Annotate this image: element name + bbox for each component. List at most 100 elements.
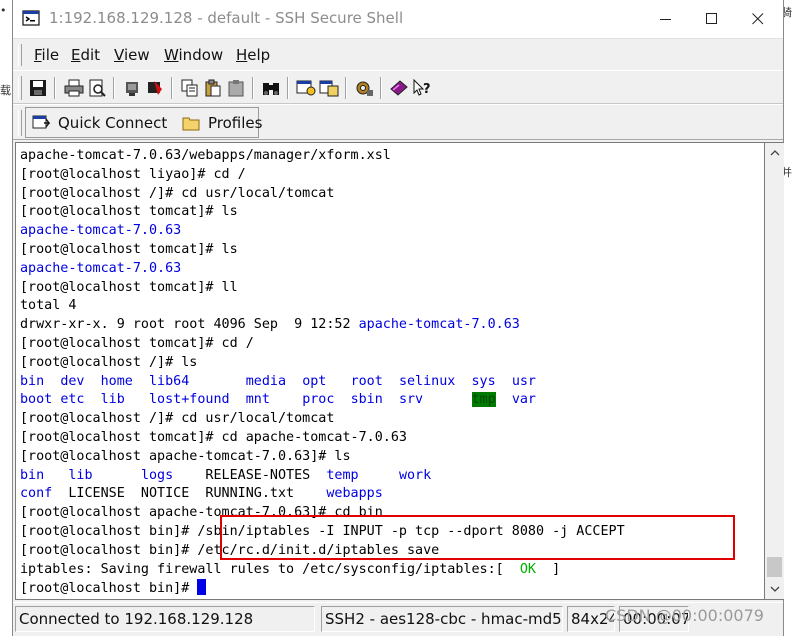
directory-name: home — [100, 373, 133, 389]
terminal-text: [root@localhost /]# cd usr/local/tomcat — [20, 411, 335, 427]
new-terminal-button[interactable] — [295, 77, 317, 99]
context-help-icon: ? — [413, 79, 431, 97]
terminal-line: conf LICENSE NOTICE RUNNING.txt webapps — [20, 485, 625, 504]
profiles-button[interactable]: Profiles — [182, 112, 262, 134]
scrollbar-thumb[interactable] — [767, 557, 782, 577]
menu-view[interactable]: View — [114, 46, 150, 64]
maximize-icon — [706, 13, 717, 24]
directory-name: sys — [471, 373, 496, 389]
binoculars-icon — [263, 83, 279, 95]
quick-connect-label: Quick Connect — [58, 114, 168, 132]
disconnect-button[interactable] — [121, 77, 143, 99]
terminal-text: [root@localhost bin]# /etc/rc.d/init.d/i… — [20, 542, 440, 558]
terminal-line: [root@localhost /]# cd usr/local/tomcat — [20, 185, 625, 204]
close-button[interactable] — [735, 0, 781, 38]
print-button[interactable] — [63, 77, 85, 99]
directory-name: root — [350, 373, 383, 389]
background-glyph: • — [0, 4, 7, 17]
menu-window[interactable]: Window — [164, 46, 223, 64]
menu-grip[interactable] — [18, 44, 22, 66]
terminal-line: bin dev home lib64 media opt root selinu… — [20, 373, 625, 392]
terminal-line: [root@localhost apache-tomcat-7.0.63]# l… — [20, 448, 625, 467]
terminal-text: [root@localhost /]# cd usr/local/tomcat — [20, 185, 335, 201]
background-left-edge: • 载 — [0, 0, 12, 636]
directory-name: boot — [20, 392, 53, 408]
profiles-label: Profiles — [208, 114, 263, 132]
background-glyph: 载 — [0, 84, 11, 97]
paste-button[interactable] — [202, 77, 224, 99]
directory-name: lib64 — [149, 373, 190, 389]
terminal-text: iptables: Saving firewall rules to /etc/… — [20, 561, 520, 577]
terminal-text: [root@localhost liyao]# cd / — [20, 166, 246, 182]
find-button[interactable] — [225, 77, 247, 99]
quick-connect-bar: Quick Connect Profiles — [13, 104, 783, 140]
directory-name: bin — [20, 373, 45, 389]
terminal-line: [root@localhost tomcat]# ll — [20, 279, 625, 298]
directory-name: bin — [20, 467, 45, 483]
terminal-text: [root@localhost bin]# /sbin/iptables -I … — [20, 523, 625, 539]
terminal-line: [root@localhost /]# ls — [20, 354, 625, 373]
print-preview-button[interactable] — [86, 77, 108, 99]
ssh-app-icon — [22, 10, 40, 26]
terminal-line: boot etc lib lost+found mnt proc sbin sr… — [20, 391, 625, 410]
quick-connect-button[interactable]: Quick Connect — [32, 112, 167, 134]
terminal-text: [root@localhost apache-tomcat-7.0.63]# c… — [20, 505, 383, 521]
new-file-transfer-button[interactable] — [318, 77, 340, 99]
terminal-area[interactable]: apache-tomcat-7.0.63/webapps/manager/xfo… — [15, 142, 765, 600]
chevron-up-icon — [770, 150, 779, 156]
printer-icon — [64, 79, 84, 97]
terminal-text: [root@localhost /]# ls — [20, 354, 198, 370]
terminal-text: ] — [535, 561, 561, 577]
maximize-button[interactable] — [689, 0, 735, 38]
window-title: 1:192.168.129.128 - default - SSH Secure… — [49, 9, 404, 27]
menu-edit[interactable]: Edit — [71, 46, 100, 64]
quick-connect-icon — [32, 115, 50, 129]
terminal-line: [root@localhost tomcat]# ls — [20, 241, 625, 260]
copy-button[interactable] — [179, 77, 201, 99]
terminal-line: [root@localhost apache-tomcat-7.0.63]# c… — [20, 504, 625, 523]
directory-name: proc — [302, 392, 335, 408]
background-right-edge: 骑 并 — [781, 0, 792, 636]
terminal-text: LICENSE NOTICE RUNNING.txt — [52, 486, 327, 502]
csdn-watermark: CSDN @00:00:0079 — [605, 606, 764, 625]
file-transfer-icon — [319, 80, 339, 97]
terminal-line: apache-tomcat-7.0.63 — [20, 260, 625, 279]
menu-file[interactable]: File — [34, 46, 59, 64]
title-bar[interactable]: 1:192.168.129.128 - default - SSH Secure… — [13, 0, 783, 38]
minimize-button[interactable] — [643, 0, 689, 38]
directory-name: webapps — [326, 486, 383, 502]
settings-button[interactable] — [353, 77, 375, 99]
context-help-button[interactable]: ? — [411, 77, 433, 99]
terminal-line: [root@localhost tomcat]# cd / — [20, 335, 625, 354]
save-button[interactable] — [27, 77, 49, 99]
toolbar-grip[interactable] — [18, 76, 22, 100]
vertical-scrollbar[interactable] — [765, 142, 784, 600]
connect-profile-button[interactable] — [144, 77, 166, 99]
status-connection: Connected to 192.168.129.128 — [15, 606, 315, 632]
binoculars-button[interactable] — [260, 77, 282, 99]
toolbar-separator — [252, 77, 254, 99]
scroll-down-button[interactable] — [765, 579, 784, 599]
quickbar-group: Quick Connect Profiles — [25, 107, 262, 138]
help-topics-button[interactable] — [388, 77, 410, 99]
gear-icon — [356, 81, 373, 96]
minimize-icon — [660, 19, 671, 20]
terminal-text: [root@localhost tomcat]# cd / — [20, 335, 254, 351]
terminal-line: apache-tomcat-7.0.63/webapps/manager/xfo… — [20, 147, 625, 166]
toolbar: ? — [13, 70, 783, 104]
directory-name: work — [398, 467, 432, 483]
quickbar-grip[interactable] — [18, 110, 22, 136]
terminal-line: [root@localhost liyao]# cd / — [20, 166, 625, 185]
scroll-up-button[interactable] — [765, 143, 784, 163]
menu-help[interactable]: Help — [236, 46, 270, 64]
terminal-line: apache-tomcat-7.0.63 — [20, 222, 625, 241]
